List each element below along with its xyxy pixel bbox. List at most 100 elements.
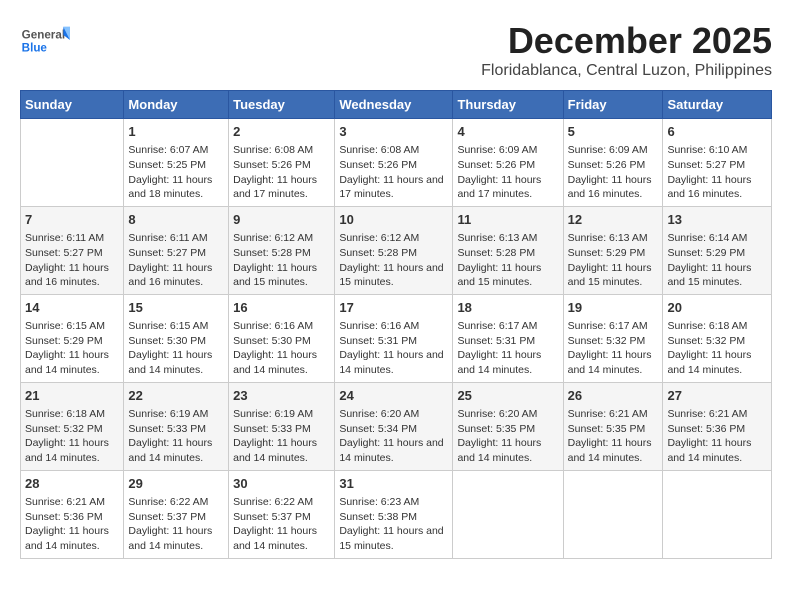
calendar-cell: 26 Sunrise: 6:21 AM Sunset: 5:35 PM Dayli… (563, 382, 663, 470)
calendar-cell: 19 Sunrise: 6:17 AM Sunset: 5:32 PM Dayli… (563, 294, 663, 382)
day-number: 29 (128, 475, 224, 493)
day-number: 1 (128, 123, 224, 141)
day-info: Sunrise: 6:12 AM Sunset: 5:28 PM Dayligh… (339, 231, 448, 290)
day-info: Sunrise: 6:16 AM Sunset: 5:30 PM Dayligh… (233, 319, 330, 378)
day-info: Sunrise: 6:08 AM Sunset: 5:26 PM Dayligh… (233, 143, 330, 202)
week-row: 21Sunrise: 6:18 AM Sunset: 5:32 PM Dayli… (21, 382, 772, 470)
calendar-cell: 24 Sunrise: 6:20 AM Sunset: 5:34 PM Dayli… (335, 382, 453, 470)
day-info: Sunrise: 6:11 AM Sunset: 5:27 PM Dayligh… (25, 231, 119, 290)
day-info: Sunrise: 6:18 AM Sunset: 5:32 PM Dayligh… (25, 407, 119, 466)
day-number: 5 (568, 123, 659, 141)
calendar-body: 1 Sunrise: 6:07 AM Sunset: 5:25 PM Daylig… (21, 119, 772, 559)
day-info: Sunrise: 6:12 AM Sunset: 5:28 PM Dayligh… (233, 231, 330, 290)
calendar-cell (563, 470, 663, 558)
day-info: Sunrise: 6:21 AM Sunset: 5:35 PM Dayligh… (568, 407, 659, 466)
day-number: 19 (568, 299, 659, 317)
day-number: 26 (568, 387, 659, 405)
calendar-cell: 27 Sunrise: 6:21 AM Sunset: 5:36 PM Dayli… (663, 382, 772, 470)
col-friday: Friday (563, 91, 663, 119)
calendar-cell: 29 Sunrise: 6:22 AM Sunset: 5:37 PM Dayli… (124, 470, 229, 558)
day-info: Sunrise: 6:19 AM Sunset: 5:33 PM Dayligh… (128, 407, 224, 466)
week-row: 7 Sunrise: 6:11 AM Sunset: 5:27 PM Daylig… (21, 206, 772, 294)
calendar-cell: 25Sunrise: 6:20 AM Sunset: 5:35 PM Dayli… (453, 382, 563, 470)
day-number: 27 (667, 387, 767, 405)
calendar-cell (663, 470, 772, 558)
week-row: 14 Sunrise: 6:15 AM Sunset: 5:29 PM Dayli… (21, 294, 772, 382)
day-number: 25 (457, 387, 558, 405)
day-number: 22 (128, 387, 224, 405)
calendar-table: Sunday Monday Tuesday Wednesday Thursday… (20, 90, 772, 559)
col-thursday: Thursday (453, 91, 563, 119)
calendar-cell: 12 Sunrise: 6:13 AM Sunset: 5:29 PM Dayli… (563, 206, 663, 294)
day-number: 16 (233, 299, 330, 317)
calendar-cell: 18Sunrise: 6:17 AM Sunset: 5:31 PM Dayli… (453, 294, 563, 382)
day-number: 14 (25, 299, 119, 317)
calendar-cell: 2 Sunrise: 6:08 AM Sunset: 5:26 PM Daylig… (229, 119, 335, 207)
day-info: Sunrise: 6:22 AM Sunset: 5:37 PM Dayligh… (128, 495, 224, 554)
col-sunday: Sunday (21, 91, 124, 119)
calendar-cell: 6Sunrise: 6:10 AM Sunset: 5:27 PM Daylig… (663, 119, 772, 207)
day-info: Sunrise: 6:14 AM Sunset: 5:29 PM Dayligh… (667, 231, 767, 290)
day-info: Sunrise: 6:13 AM Sunset: 5:28 PM Dayligh… (457, 231, 558, 290)
title-block: December 2025 Floridablanca, Central Luz… (481, 20, 772, 80)
col-monday: Monday (124, 91, 229, 119)
calendar-cell: 9 Sunrise: 6:12 AM Sunset: 5:28 PM Daylig… (229, 206, 335, 294)
day-info: Sunrise: 6:16 AM Sunset: 5:31 PM Dayligh… (339, 319, 448, 378)
day-info: Sunrise: 6:17 AM Sunset: 5:31 PM Dayligh… (457, 319, 558, 378)
page-title: December 2025 (481, 20, 772, 62)
day-number: 11 (457, 211, 558, 229)
day-info: Sunrise: 6:07 AM Sunset: 5:25 PM Dayligh… (128, 143, 224, 202)
day-info: Sunrise: 6:15 AM Sunset: 5:29 PM Dayligh… (25, 319, 119, 378)
day-number: 23 (233, 387, 330, 405)
calendar-cell: 13 Sunrise: 6:14 AM Sunset: 5:29 PM Dayli… (663, 206, 772, 294)
day-info: Sunrise: 6:13 AM Sunset: 5:29 PM Dayligh… (568, 231, 659, 290)
calendar-cell: 3Sunrise: 6:08 AM Sunset: 5:26 PM Daylig… (335, 119, 453, 207)
day-info: Sunrise: 6:09 AM Sunset: 5:26 PM Dayligh… (457, 143, 558, 202)
calendar-header: Sunday Monday Tuesday Wednesday Thursday… (21, 91, 772, 119)
day-number: 28 (25, 475, 119, 493)
day-info: Sunrise: 6:19 AM Sunset: 5:33 PM Dayligh… (233, 407, 330, 466)
day-info: Sunrise: 6:21 AM Sunset: 5:36 PM Dayligh… (667, 407, 767, 466)
day-info: Sunrise: 6:11 AM Sunset: 5:27 PM Dayligh… (128, 231, 224, 290)
calendar-cell: 22 Sunrise: 6:19 AM Sunset: 5:33 PM Dayli… (124, 382, 229, 470)
day-info: Sunrise: 6:21 AM Sunset: 5:36 PM Dayligh… (25, 495, 119, 554)
day-number: 12 (568, 211, 659, 229)
day-number: 2 (233, 123, 330, 141)
calendar-cell: 11 Sunrise: 6:13 AM Sunset: 5:28 PM Dayli… (453, 206, 563, 294)
day-number: 17 (339, 299, 448, 317)
day-number: 13 (667, 211, 767, 229)
day-info: Sunrise: 6:22 AM Sunset: 5:37 PM Dayligh… (233, 495, 330, 554)
day-info: Sunrise: 6:17 AM Sunset: 5:32 PM Dayligh… (568, 319, 659, 378)
calendar-cell: 7 Sunrise: 6:11 AM Sunset: 5:27 PM Daylig… (21, 206, 124, 294)
day-number: 24 (339, 387, 448, 405)
day-number: 8 (128, 211, 224, 229)
calendar-cell (453, 470, 563, 558)
day-number: 6 (667, 123, 767, 141)
calendar-cell: 5 Sunrise: 6:09 AM Sunset: 5:26 PM Daylig… (563, 119, 663, 207)
day-number: 9 (233, 211, 330, 229)
col-tuesday: Tuesday (229, 91, 335, 119)
day-number: 15 (128, 299, 224, 317)
logo: General Blue (20, 20, 74, 60)
day-number: 7 (25, 211, 119, 229)
page-header: General Blue December 2025 Floridablanca… (20, 20, 772, 80)
col-saturday: Saturday (663, 91, 772, 119)
svg-text:Blue: Blue (22, 42, 48, 55)
day-number: 30 (233, 475, 330, 493)
day-info: Sunrise: 6:20 AM Sunset: 5:34 PM Dayligh… (339, 407, 448, 466)
calendar-cell: 16 Sunrise: 6:16 AM Sunset: 5:30 PM Dayli… (229, 294, 335, 382)
calendar-cell: 14 Sunrise: 6:15 AM Sunset: 5:29 PM Dayli… (21, 294, 124, 382)
header-row: Sunday Monday Tuesday Wednesday Thursday… (21, 91, 772, 119)
day-number: 10 (339, 211, 448, 229)
week-row: 1 Sunrise: 6:07 AM Sunset: 5:25 PM Daylig… (21, 119, 772, 207)
calendar-cell (21, 119, 124, 207)
day-info: Sunrise: 6:09 AM Sunset: 5:26 PM Dayligh… (568, 143, 659, 202)
calendar-cell: 15Sunrise: 6:15 AM Sunset: 5:30 PM Dayli… (124, 294, 229, 382)
calendar-cell: 21Sunrise: 6:18 AM Sunset: 5:32 PM Dayli… (21, 382, 124, 470)
calendar-cell: 8 Sunrise: 6:11 AM Sunset: 5:27 PM Daylig… (124, 206, 229, 294)
svg-text:General: General (22, 28, 65, 41)
day-info: Sunrise: 6:08 AM Sunset: 5:26 PM Dayligh… (339, 143, 448, 202)
calendar-cell: 17 Sunrise: 6:16 AM Sunset: 5:31 PM Dayli… (335, 294, 453, 382)
day-number: 20 (667, 299, 767, 317)
calendar-cell: 4Sunrise: 6:09 AM Sunset: 5:26 PM Daylig… (453, 119, 563, 207)
